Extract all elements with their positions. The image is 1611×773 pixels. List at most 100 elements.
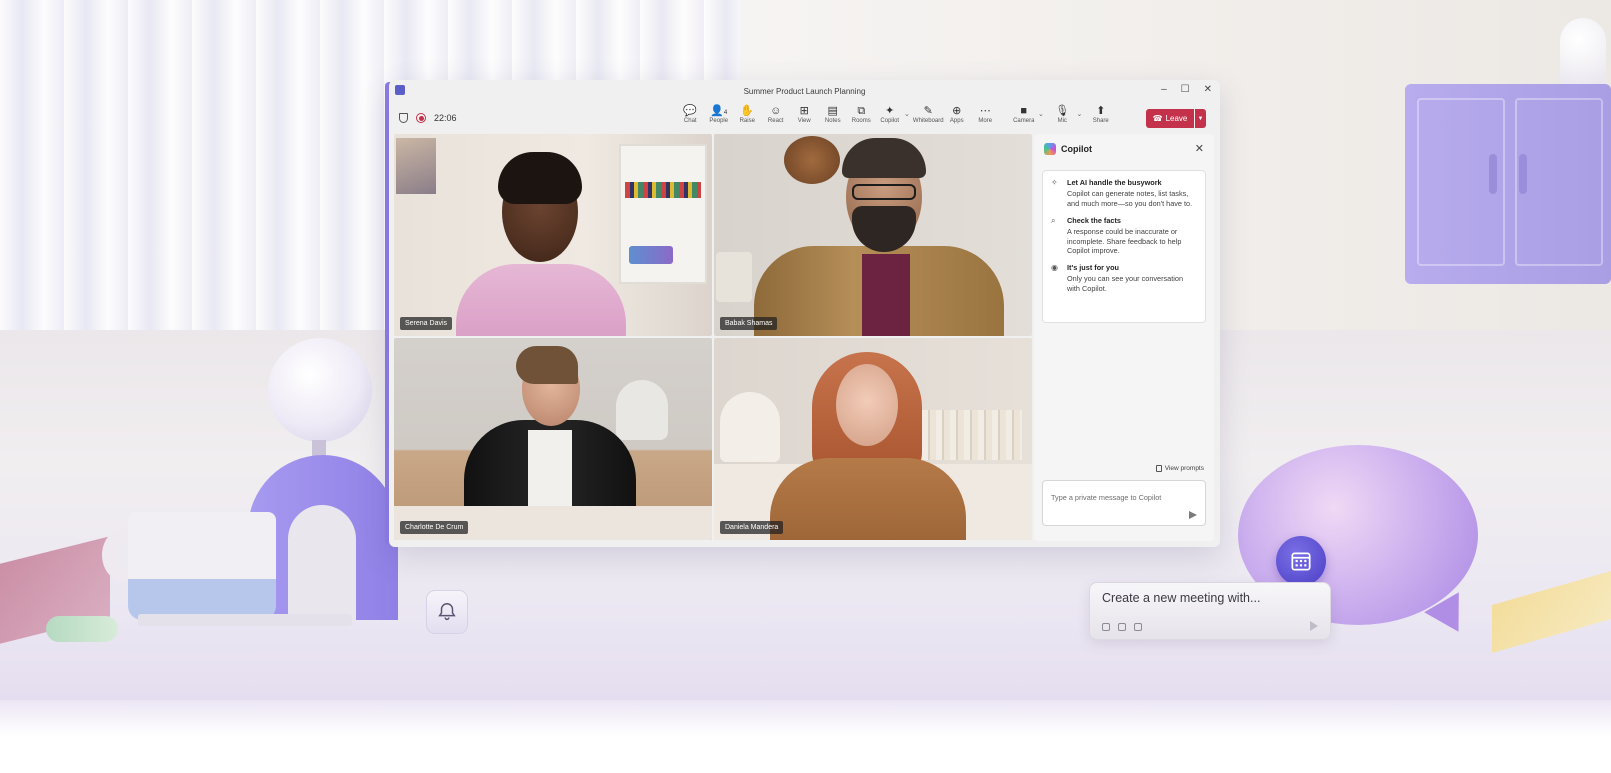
apps-button[interactable]: ⊕ Apps xyxy=(943,104,972,124)
floor-reflection xyxy=(0,700,1611,773)
participant-head xyxy=(836,364,898,446)
copilot-info-desc: A response could be inaccurate or incomp… xyxy=(1067,226,1182,256)
share-icon: ⬆ xyxy=(1096,105,1106,117)
video-tile[interactable]: Serena Davis xyxy=(394,134,712,336)
participant-body xyxy=(456,264,626,336)
chat-icon: 💬 xyxy=(683,105,698,117)
participant-name: Babak Shamas xyxy=(720,317,778,330)
rooms-icon: ⧉ xyxy=(857,105,866,117)
copilot-panel: Copilot ✕ ✧ Let AI handle the busywork C… xyxy=(1034,134,1214,541)
lamp-globe xyxy=(268,338,372,442)
raise-hand-button[interactable]: ✋ Raise xyxy=(733,104,762,124)
participant-hair xyxy=(498,152,582,204)
cabinet xyxy=(1405,84,1611,284)
participant-name: Serena Davis xyxy=(400,317,453,330)
chat-button[interactable]: 💬 Chat xyxy=(676,104,705,124)
participant-hair xyxy=(516,346,578,384)
copilot-icon: ✦ xyxy=(885,105,895,117)
whiteboard-button[interactable]: ✎ Whiteboard xyxy=(913,104,944,124)
copilot-message-input[interactable] xyxy=(1051,493,1191,502)
react-button[interactable]: ☺ React xyxy=(762,104,791,124)
participant-name: Daniela Mandera xyxy=(720,521,784,534)
camera-icon: ■ xyxy=(1020,105,1028,117)
toolbar-buttons: 💬 Chat 👤4 People ✋ Raise ☺ React ⊞ View ▤ Note… xyxy=(676,104,1115,124)
meeting-timer: 22:06 xyxy=(434,113,457,123)
meeting-toolbar: 22:06 💬 Chat 👤4 People ✋ Raise ☺ React ⊞ View… xyxy=(389,102,1220,134)
meeting-prompt-tools xyxy=(1102,623,1142,631)
copilot-info-desc: Copilot can generate notes, list tasks, … xyxy=(1067,189,1193,208)
maximize-button[interactable]: ☐ xyxy=(1181,84,1190,95)
recording-icon xyxy=(416,113,426,123)
notes-button[interactable]: ▤ Notes xyxy=(819,104,848,124)
video-tile[interactable]: Daniela Mandera xyxy=(714,338,1032,540)
teams-app-icon xyxy=(395,85,405,95)
title-bar: Summer Product Launch Planning – ☐ ✕ xyxy=(389,80,1220,102)
attach-icon xyxy=(1118,623,1126,631)
eye-icon: ◉ xyxy=(1051,263,1058,273)
close-window-button[interactable]: ✕ xyxy=(1204,84,1212,95)
hand-icon: ✋ xyxy=(740,105,755,117)
leave-button[interactable]: ☎ Leave xyxy=(1146,109,1194,128)
copilot-info-item: ◉ It's just for you Only you can see you… xyxy=(1051,263,1197,294)
window-controls: – ☐ ✕ xyxy=(1161,84,1212,95)
participant-body xyxy=(770,458,966,540)
camera-button[interactable]: ■ Camera xyxy=(1010,104,1039,124)
lamp xyxy=(716,252,752,302)
grid-icon: ⊞ xyxy=(799,105,809,117)
video-tile[interactable]: Charlotte De Crum xyxy=(394,338,712,540)
cabinet-handle xyxy=(1489,154,1497,194)
participant-shirt xyxy=(862,254,910,336)
calendar-icon xyxy=(1291,552,1311,571)
sparkle-icon xyxy=(1102,623,1110,631)
copilot-title: Copilot xyxy=(1061,144,1092,154)
bell-icon xyxy=(438,603,456,621)
view-button[interactable]: ⊞ View xyxy=(790,104,819,124)
mic-icon: 🎙 xyxy=(1055,105,1070,117)
more-icon: ⋯ xyxy=(979,105,991,117)
mic-button[interactable]: 🎙 Mic xyxy=(1048,104,1077,124)
chevron-down-icon[interactable]: ⌄ xyxy=(1077,104,1087,118)
window-title: Summer Product Launch Planning xyxy=(743,86,866,96)
share-button[interactable]: ⬆ Share xyxy=(1087,104,1116,124)
meeting-prompt-card: Create a new meeting with... xyxy=(1089,582,1331,640)
send-icon xyxy=(1310,621,1318,631)
table-icon xyxy=(1134,623,1142,631)
coaster xyxy=(138,614,352,626)
send-icon[interactable] xyxy=(1189,511,1197,519)
lamp-arch-opening xyxy=(288,505,356,620)
meeting-status: 22:06 xyxy=(399,113,457,123)
participant-name: Charlotte De Crum xyxy=(400,521,469,534)
copilot-info-title: It's just for you xyxy=(1067,263,1120,273)
cabinet-door xyxy=(1515,98,1603,266)
phone-hangup-icon: ☎ xyxy=(1152,114,1163,123)
copilot-info-card: ✧ Let AI handle the busywork Copilot can… xyxy=(1042,170,1206,323)
green-pill-decoration xyxy=(46,616,118,642)
leave-options-button[interactable]: ▼ xyxy=(1195,109,1206,128)
bell-tile xyxy=(426,590,468,634)
people-count: 4 xyxy=(723,110,728,116)
meeting-prompt-text: Create a new meeting with... xyxy=(1102,591,1261,605)
wall-poster xyxy=(396,138,436,194)
desk-lamp xyxy=(720,392,780,462)
chevron-down-icon[interactable]: ⌄ xyxy=(1038,104,1048,118)
minimize-button[interactable]: – xyxy=(1161,84,1167,95)
more-button[interactable]: ⋯ More xyxy=(971,104,1000,124)
participant-glasses xyxy=(852,184,916,200)
people-button[interactable]: 👤4 People xyxy=(705,104,734,124)
chevron-down-icon[interactable]: ⌄ xyxy=(904,104,914,118)
bookshelf xyxy=(619,144,707,284)
shield-icon xyxy=(399,113,408,123)
copilot-info-title: Let AI handle the busywork xyxy=(1067,178,1162,187)
copilot-header: Copilot ✕ xyxy=(1034,134,1214,164)
wall-plate xyxy=(784,136,840,184)
books xyxy=(922,410,1022,460)
magnifier-check-icon: ⌕ xyxy=(1051,215,1056,225)
calendar-badge xyxy=(1276,536,1326,586)
rooms-button[interactable]: ⧉ Rooms xyxy=(847,104,876,124)
video-tile[interactable]: Babak Shamas xyxy=(714,134,1032,336)
copilot-button[interactable]: ✦ Copilot xyxy=(876,104,905,124)
view-prompts-button[interactable]: View prompts xyxy=(1155,465,1204,472)
close-copilot-button[interactable]: ✕ xyxy=(1195,142,1204,155)
teams-meeting-window: Summer Product Launch Planning – ☐ ✕ 22:… xyxy=(389,80,1220,547)
participant-blouse xyxy=(528,430,572,506)
